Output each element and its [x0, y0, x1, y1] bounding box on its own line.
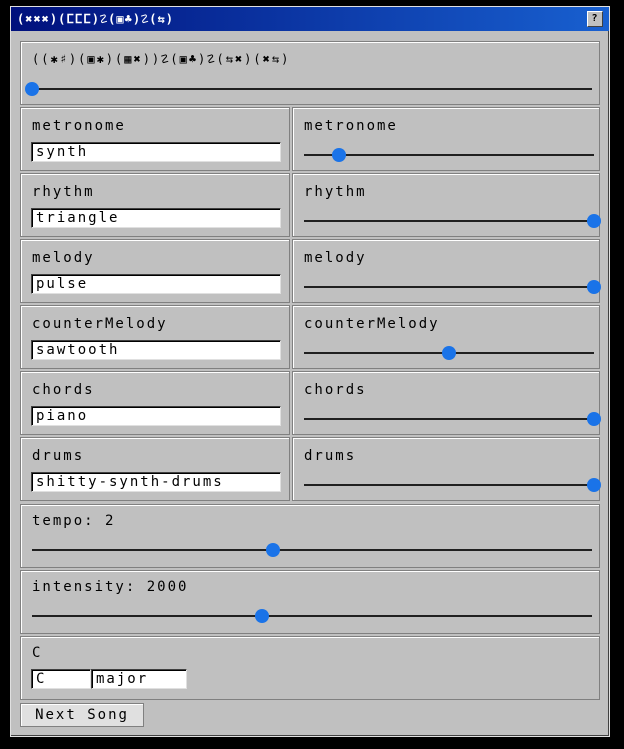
track-volume-thumb[interactable]: [587, 280, 601, 294]
track-volume-label: drums: [304, 448, 357, 464]
key-panel: C C major: [20, 636, 600, 700]
tempo-label: tempo: 2: [32, 513, 116, 529]
track-instrument-panel: drums shitty-synth-drums: [20, 437, 290, 501]
track-volume-panel: counterMelody: [292, 305, 600, 369]
track-volume-panel: drums: [292, 437, 601, 501]
track-volume-thumb[interactable]: [587, 214, 601, 228]
track-name-label: drums: [32, 448, 85, 464]
tempo-slider-thumb[interactable]: [265, 543, 280, 557]
track-instrument-input[interactable]: pulse: [31, 274, 281, 294]
app-window: (✖✖✖)(ⵎⵎⵎ)☡(▣♣)☡(⇆) ? ((✱♯)(▣✱)(▦✖))☡(▣♣…: [10, 6, 610, 737]
help-button[interactable]: ?: [587, 11, 603, 27]
track-volume-slider[interactable]: [304, 214, 601, 228]
track-volume-label: metronome: [304, 118, 398, 134]
header-panel: ((✱♯)(▣✱)(▦✖))☡(▣♣)☡(⇆✖)(✖⇆): [20, 41, 600, 105]
track-volume-panel: rhythm: [292, 173, 601, 237]
track-volume-thumb[interactable]: [442, 346, 456, 360]
track-volume-thumb[interactable]: [587, 478, 601, 492]
track-instrument-input[interactable]: piano: [31, 406, 281, 426]
intensity-label: intensity: 2000: [32, 579, 189, 595]
track-volume-slider[interactable]: [304, 478, 601, 492]
next-song-button[interactable]: Next Song: [20, 703, 144, 727]
track-instrument-panel: melody pulse: [20, 239, 290, 303]
track-instrument-input[interactable]: synth: [31, 142, 281, 162]
intensity-slider-thumb[interactable]: [254, 609, 269, 623]
track-instrument-input[interactable]: sawtooth: [31, 340, 281, 360]
track-volume-panel: chords: [292, 371, 601, 435]
track-name-label: rhythm: [32, 184, 95, 200]
track-name-label: metronome: [32, 118, 126, 134]
key-mode-input[interactable]: major: [91, 669, 187, 689]
title-bar[interactable]: (✖✖✖)(ⵎⵎⵎ)☡(▣♣)☡(⇆) ?: [11, 7, 609, 31]
track-instrument-panel: rhythm triangle: [20, 173, 290, 237]
track-volume-thumb[interactable]: [331, 148, 346, 162]
key-label: C: [32, 645, 43, 661]
header-slider[interactable]: [25, 82, 592, 96]
track-volume-label: melody: [304, 250, 367, 266]
track-volume-panel: metronome: [292, 107, 600, 171]
track-volume-thumb[interactable]: [587, 412, 601, 426]
window-title: (✖✖✖)(ⵎⵎⵎ)☡(▣♣)☡(⇆): [17, 12, 174, 26]
intensity-slider[interactable]: [32, 609, 592, 623]
track-volume-slider[interactable]: [304, 412, 601, 426]
track-instrument-input[interactable]: shitty-synth-drums: [31, 472, 281, 492]
track-instrument-panel: metronome synth: [20, 107, 290, 171]
track-instrument-panel: counterMelody sawtooth: [20, 305, 290, 369]
intensity-panel: intensity: 2000: [20, 570, 600, 634]
tempo-slider[interactable]: [32, 543, 592, 557]
track-name-label: counterMelody: [32, 316, 168, 332]
track-instrument-panel: chords piano: [20, 371, 290, 435]
tempo-panel: tempo: 2: [20, 504, 600, 568]
track-instrument-input[interactable]: triangle: [31, 208, 281, 228]
track-name-label: chords: [32, 382, 95, 398]
header-slider-thumb[interactable]: [25, 82, 39, 96]
track-volume-label: chords: [304, 382, 367, 398]
track-volume-slider[interactable]: [304, 346, 594, 360]
key-root-input[interactable]: C: [31, 669, 91, 689]
track-volume-slider[interactable]: [304, 280, 601, 294]
track-volume-slider[interactable]: [304, 148, 594, 162]
header-glyph-text: ((✱♯)(▣✱)(▦✖))☡(▣♣)☡(⇆✖)(✖⇆): [32, 52, 291, 66]
track-volume-label: counterMelody: [304, 316, 440, 332]
track-name-label: melody: [32, 250, 95, 266]
track-volume-panel: melody: [292, 239, 601, 303]
track-volume-label: rhythm: [304, 184, 367, 200]
